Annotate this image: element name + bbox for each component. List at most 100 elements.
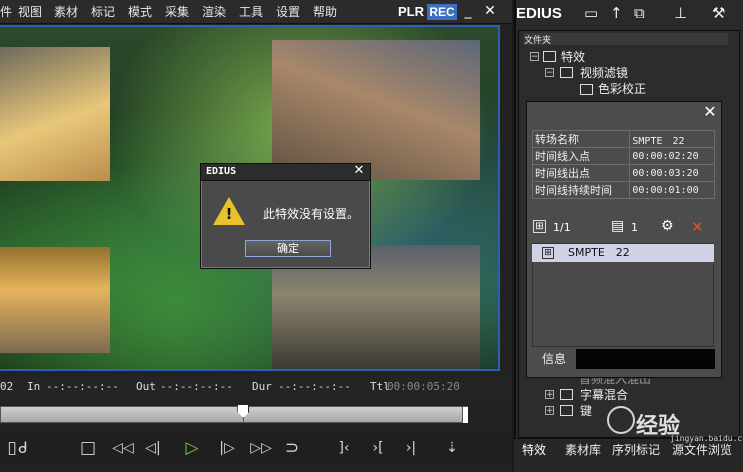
table-row: 时间线持续时间 00:00:01:00	[531, 181, 715, 199]
scrub-end-marker[interactable]	[462, 407, 468, 423]
stop-button[interactable]: □	[76, 436, 100, 460]
tree-toggle-title-mix[interactable]: +	[545, 390, 554, 400]
menu-clip[interactable]: 素材	[54, 3, 78, 20]
property-value: SMPTE 22	[629, 130, 715, 148]
menu-file[interactable]: 件	[0, 3, 12, 20]
toggle-button-b[interactable]: ᑯ	[16, 436, 30, 460]
delete-icon[interactable]: ✕	[691, 218, 704, 236]
tree-item-keys[interactable]: 键	[580, 402, 592, 419]
tab-bin[interactable]: 素材库	[565, 441, 601, 458]
transition-tile-top-right	[272, 40, 480, 180]
menu-view[interactable]: 视图	[18, 3, 42, 20]
rewind-button[interactable]: ◁◁	[108, 436, 138, 460]
tab-sequence-markers[interactable]: 序列标记	[612, 441, 660, 458]
timecode-row: 02 In --:--:--:-- Out --:--:--:-- Dur --…	[0, 376, 512, 398]
scrub-position-tick	[243, 417, 245, 423]
filter-count: 1	[631, 221, 638, 234]
tree-toggle-effects[interactable]: −	[530, 52, 539, 62]
properties-table: 转场名称 SMPTE 22 时间线入点 00:00:02:20 时间线出点 00…	[531, 130, 715, 199]
transition-tile-top-left	[0, 47, 110, 181]
step-forward-button[interactable]: |▷	[214, 436, 240, 460]
properties-close-button[interactable]: ✕	[700, 102, 720, 122]
title-icon	[560, 389, 573, 400]
folder-label: 文件夹	[524, 33, 728, 46]
current-timecode-fragment: 02	[0, 380, 14, 393]
baidu-paw-logo	[607, 406, 635, 434]
table-row: 转场名称 SMPTE 22	[531, 130, 715, 148]
dialog-title: EDIUS	[206, 166, 237, 177]
tree-item-effects[interactable]: 特效	[561, 48, 585, 65]
ttl-timecode: 00:00:05:20	[387, 380, 460, 393]
set-out-button[interactable]: ›[	[364, 436, 392, 460]
step-back-button[interactable]: ◁|	[140, 436, 166, 460]
tree-toggle-video-filters[interactable]: −	[545, 68, 554, 78]
play-button[interactable]: ▷	[180, 436, 204, 460]
table-row: 时间线出点 00:00:03:20	[531, 164, 715, 182]
loop-button[interactable]: ⊃	[280, 436, 304, 460]
folder-icon	[580, 84, 593, 95]
watermark-url: jingyan.baidu.com	[670, 434, 743, 443]
transition-tile-bottom-left	[0, 247, 110, 353]
in-timecode[interactable]: --:--:--:--	[46, 380, 119, 393]
dialog-close-button[interactable]: ✕	[351, 163, 367, 180]
menu-marker[interactable]: 标记	[91, 3, 115, 20]
fast-forward-button[interactable]: ▷▷	[246, 436, 276, 460]
tab-effects[interactable]: 特效	[522, 441, 546, 458]
plr-mode-button[interactable]: PLR	[398, 4, 424, 19]
filter-icon[interactable]: ▤	[611, 218, 624, 234]
folder-icon	[543, 51, 556, 62]
key-icon	[560, 405, 573, 416]
property-value: 00:00:03:20	[629, 164, 715, 182]
scrub-bar[interactable]	[0, 406, 468, 423]
layout-icon[interactable]: ⧉	[634, 4, 645, 22]
close-button[interactable]: ✕	[481, 2, 499, 20]
overwrite-button[interactable]: ⇣	[440, 436, 464, 460]
tree-toggle-keys[interactable]: +	[545, 406, 554, 416]
dialog-message: 此特效没有设置。	[263, 207, 360, 221]
list-item-label: SMPTE 22	[568, 246, 630, 259]
insert-button[interactable]: ›|	[398, 436, 424, 460]
info-bar	[576, 349, 715, 369]
property-label: 转场名称	[531, 130, 631, 148]
property-label: 时间线入点	[531, 147, 631, 165]
dialog-ok-button[interactable]: 确定	[245, 240, 331, 257]
layer-icon[interactable]: ⊞	[533, 220, 546, 233]
property-value: 00:00:01:00	[629, 181, 715, 199]
property-label: 时间线持续时间	[531, 181, 631, 199]
tree-item-video-filters[interactable]: 视频滤镜	[580, 64, 628, 81]
tree-item-color-correction[interactable]: 色彩校正	[598, 80, 646, 97]
minimize-button[interactable]: _	[459, 2, 477, 20]
properties-toolbar: ⊞ 1/1 ▤ 1 ⚙ ✕	[531, 218, 715, 240]
out-timecode[interactable]: --:--:--:--	[160, 380, 233, 393]
import-icon[interactable]: ⊥	[674, 4, 687, 22]
property-label: 时间线出点	[531, 164, 631, 182]
info-tab[interactable]: 信息	[532, 349, 576, 369]
page-counter: 1/1	[553, 221, 571, 234]
dialog-titlebar: EDIUS ✕	[201, 163, 370, 181]
dur-label: Dur	[252, 380, 272, 393]
tab-source-browser[interactable]: 源文件浏览	[672, 441, 732, 458]
set-in-button[interactable]: ]‹	[330, 436, 358, 460]
tools-icon[interactable]: ⚒	[712, 4, 725, 22]
settings-icon[interactable]: ⚙	[661, 218, 674, 234]
tree-item-title-mix[interactable]: 字幕混合	[580, 386, 628, 403]
in-label: In	[27, 380, 41, 393]
menu-tools[interactable]: 工具	[239, 3, 263, 20]
rec-mode-button[interactable]: REC	[427, 4, 457, 20]
edius-logo: EDIUS	[516, 5, 562, 22]
folder-icon[interactable]: ▭	[584, 4, 598, 22]
dur-timecode[interactable]: --:--:--:--	[278, 380, 351, 393]
table-row: 时间线入点 00:00:02:20	[531, 147, 715, 165]
exclamation-icon: !	[225, 205, 233, 223]
menu-help[interactable]: 帮助	[313, 3, 337, 20]
out-label: Out	[136, 380, 156, 393]
folder-icon	[560, 67, 573, 78]
menu-mode[interactable]: 模式	[128, 3, 152, 20]
property-value: 00:00:02:20	[629, 147, 715, 165]
menu-capture[interactable]: 采集	[165, 3, 189, 20]
menu-render[interactable]: 渲染	[202, 3, 226, 20]
warning-dialog: EDIUS ✕ ! 此特效没有设置。 确定	[200, 163, 371, 269]
up-arrow-icon[interactable]: ↑	[610, 4, 623, 22]
list-item[interactable]: ⊞ SMPTE 22	[532, 244, 714, 262]
menu-settings[interactable]: 设置	[276, 3, 300, 20]
